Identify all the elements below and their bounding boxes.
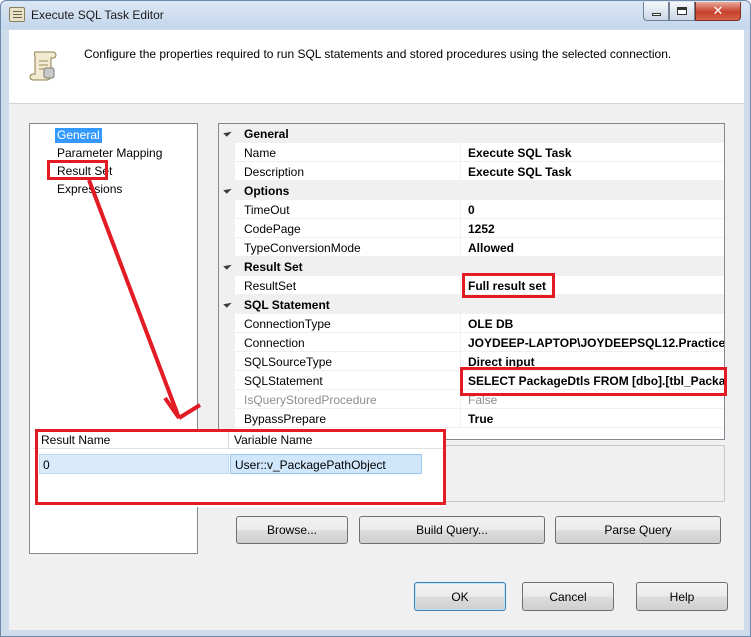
property-value[interactable]: Allowed (468, 241, 724, 255)
nav-item-parameter-mapping[interactable]: Parameter Mapping (55, 146, 164, 161)
header-band: Configure the properties required to run… (9, 30, 744, 104)
scroll-icon (29, 51, 57, 81)
dialog-window: Execute SQL Task Editor ✕ Configure the … (0, 0, 751, 637)
category-options[interactable]: Options (219, 181, 724, 200)
property-label: ConnectionType (244, 317, 331, 331)
category-general[interactable]: General (219, 124, 724, 143)
parse-query-button[interactable]: Parse Query (555, 516, 721, 544)
property-value[interactable]: JOYDEEP-LAPTOP\JOYDEEPSQL12.PracticeDB (468, 336, 724, 350)
category-label: SQL Statement (244, 298, 330, 312)
property-row-connection[interactable]: Connection JOYDEEP-LAPTOP\JOYDEEPSQL12.P… (219, 333, 724, 352)
title-bar[interactable]: Execute SQL Task Editor ✕ (1, 1, 750, 29)
minimize-icon (651, 12, 661, 16)
annotation-box-resultset-value (462, 273, 555, 298)
category-label: Options (244, 184, 290, 198)
close-button[interactable]: ✕ (695, 2, 741, 21)
minimize-button[interactable] (643, 2, 669, 21)
property-label: SQLStatement (244, 374, 323, 388)
property-row-codepage[interactable]: CodePage 1252 (219, 219, 724, 238)
collapse-arrow-icon[interactable] (223, 128, 232, 137)
header-description: Configure the properties required to run… (84, 47, 672, 61)
document-scroll-icon (9, 7, 25, 22)
annotation-box-result-grid (35, 429, 446, 505)
property-label: Name (244, 146, 277, 160)
category-label: Result Set (244, 260, 303, 274)
property-value[interactable]: Execute SQL Task (468, 165, 724, 179)
nav-item-expressions[interactable]: Expressions (55, 182, 124, 197)
annotation-box-sqlstatement-value (460, 367, 727, 396)
property-label: Connection (244, 336, 305, 350)
property-label: IsQueryStoredProcedure (244, 393, 377, 407)
property-value[interactable]: 0 (468, 203, 724, 217)
property-label: BypassPrepare (244, 412, 327, 426)
window-title: Execute SQL Task Editor (31, 8, 164, 22)
close-icon: ✕ (712, 3, 724, 19)
property-row-bypassprepare[interactable]: BypassPrepare True (219, 409, 724, 428)
nav-item-general[interactable]: General (55, 128, 102, 143)
property-row-timeout[interactable]: TimeOut 0 (219, 200, 724, 219)
collapse-arrow-icon[interactable] (223, 261, 232, 270)
collapse-arrow-icon[interactable] (223, 185, 232, 194)
property-row-name[interactable]: Name Execute SQL Task (219, 143, 724, 162)
ok-button[interactable]: OK (414, 582, 506, 611)
cancel-button[interactable]: Cancel (522, 582, 614, 611)
property-label: SQLSourceType (244, 355, 333, 369)
property-value[interactable]: OLE DB (468, 317, 724, 331)
build-query-button[interactable]: Build Query... (359, 516, 545, 544)
property-row-typeconversion[interactable]: TypeConversionMode Allowed (219, 238, 724, 257)
dialog-client-area: Configure the properties required to run… (9, 30, 744, 630)
category-label: General (244, 127, 289, 141)
property-row-connectiontype[interactable]: ConnectionType OLE DB (219, 314, 724, 333)
property-label: Description (244, 165, 305, 179)
maximize-icon (677, 7, 687, 15)
property-label: ResultSet (244, 279, 297, 293)
property-label: TypeConversionMode (244, 241, 361, 255)
browse-button[interactable]: Browse... (236, 516, 348, 544)
property-label: TimeOut (244, 203, 290, 217)
maximize-button[interactable] (669, 2, 695, 21)
property-value[interactable]: True (468, 412, 724, 426)
help-button[interactable]: Help (636, 582, 728, 611)
annotation-box-result-set-nav (47, 160, 108, 180)
property-row-description[interactable]: Description Execute SQL Task (219, 162, 724, 181)
property-value[interactable]: Execute SQL Task (468, 146, 724, 160)
property-label: CodePage (244, 222, 301, 236)
property-value[interactable]: 1252 (468, 222, 724, 236)
collapse-arrow-icon[interactable] (223, 299, 232, 308)
